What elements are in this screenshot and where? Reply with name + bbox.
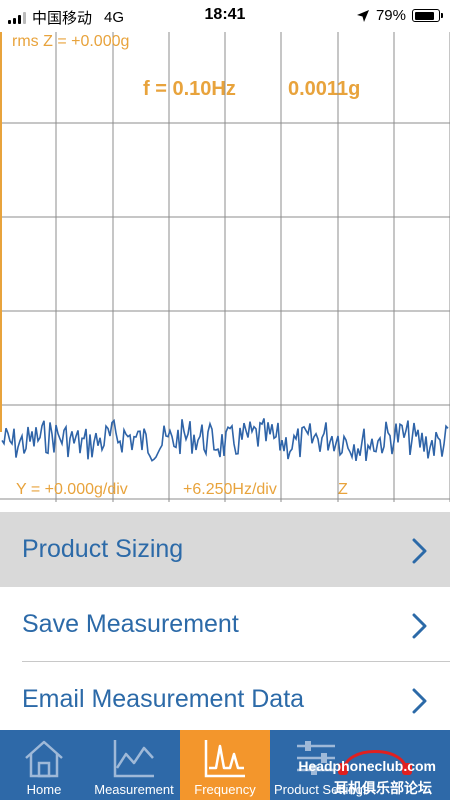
home-icon — [25, 740, 63, 778]
action-menu: Product Sizing Save Measurement Email Me… — [0, 512, 450, 737]
status-right: 79% — [356, 7, 443, 24]
watermark-text-cn: 耳机俱乐部论坛 — [334, 780, 432, 796]
amplitude-readout: 0.0011g — [288, 78, 361, 100]
menu-item-label: Product Sizing — [22, 535, 184, 563]
frequency-chart-icon — [204, 740, 245, 778]
rms-readout: rms Z = +0.000g — [12, 33, 130, 50]
battery-icon — [412, 9, 443, 22]
chevron-right-icon — [412, 613, 427, 639]
location-arrow-icon — [356, 9, 369, 22]
y-scale-label: Y = +0.000g/div — [16, 481, 128, 498]
menu-item-save-measurement[interactable]: Save Measurement — [0, 587, 450, 662]
tab-frequency[interactable]: Frequency — [180, 730, 270, 800]
frequency-chart[interactable]: rms Z = +0.000g f = 0.10Hz 0.0011g Y = +… — [0, 32, 450, 507]
tab-home[interactable]: Home — [0, 730, 88, 800]
menu-item-email-measurement-data[interactable]: Email Measurement Data — [0, 662, 450, 737]
tab-measurement[interactable]: Measurement — [88, 730, 180, 800]
line-chart-icon — [113, 740, 154, 778]
axis-label: Z — [338, 481, 348, 498]
status-bar: 中国移动 4G 18:41 79% — [0, 0, 450, 32]
x-scale-label: +6.250Hz/div — [183, 481, 277, 498]
menu-item-label: Email Measurement Data — [22, 685, 305, 713]
chevron-right-icon — [412, 538, 427, 564]
tab-label: Home — [26, 782, 62, 797]
chart-grid — [0, 32, 450, 502]
battery-percent: 79% — [375, 7, 406, 24]
frequency-readout: f = 0.10Hz — [143, 78, 236, 100]
tab-label: Frequency — [194, 782, 256, 797]
chart-canvas — [0, 32, 450, 502]
chevron-right-icon — [412, 688, 427, 714]
tab-label: Measurement — [94, 782, 174, 797]
menu-item-label: Save Measurement — [22, 610, 239, 638]
watermark-text: Headphoneclub.com — [298, 758, 436, 774]
menu-item-product-sizing[interactable]: Product Sizing — [0, 512, 450, 587]
